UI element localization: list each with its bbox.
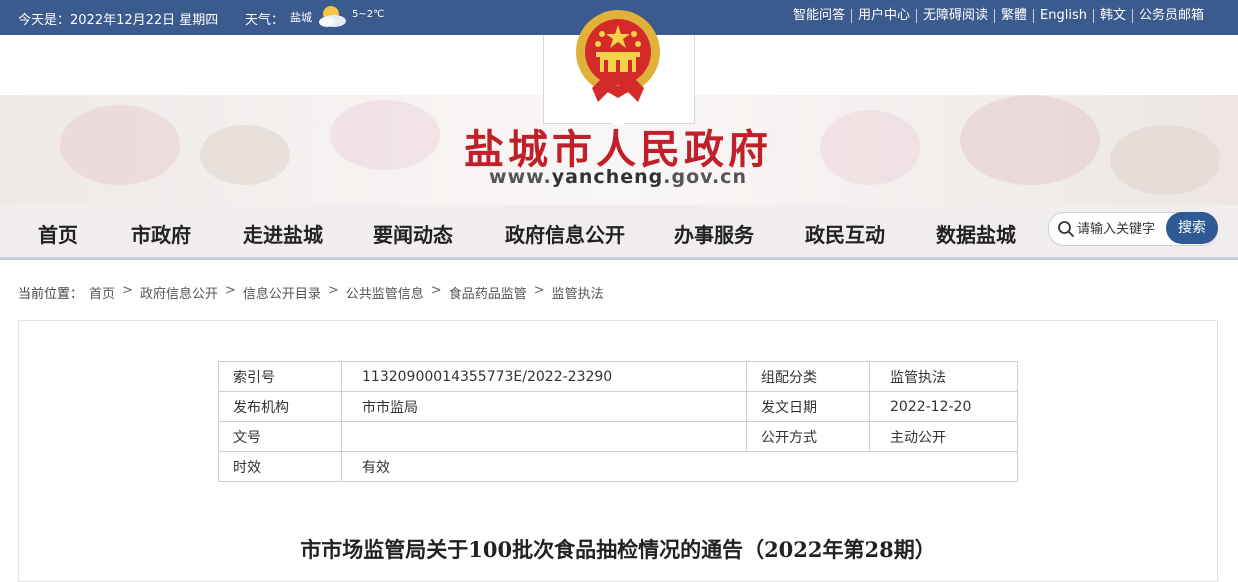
table-row: 时效 有效 [218,451,1018,482]
meta-key: 发布机构 [218,391,342,422]
site-url-prefix: www. [489,166,552,188]
breadcrumb-separator: > [224,283,236,298]
search-input[interactable] [1077,219,1165,239]
nav-services[interactable]: 办事服务 [674,219,754,248]
breadcrumb-item-food-drug[interactable]: 食品药品监管 [449,283,527,302]
blossom-decoration [1110,125,1220,195]
breadcrumb-separator: > [122,283,133,298]
breadcrumb-label: 当前位置： [18,287,84,302]
meta-key: 发文日期 [746,391,870,422]
weather-city: 盐城 [290,11,312,24]
meta-value: 监管执法 [869,361,1018,392]
top-link-english[interactable]: English [1033,9,1093,23]
search-icon [1058,221,1074,237]
search-button[interactable]: 搜索 [1166,212,1218,244]
meta-value: 2022-12-20 [869,391,1018,422]
breadcrumb-separator: > [533,283,545,298]
nav-home[interactable]: 首页 [38,219,78,248]
site-url: www.yancheng.gov.cn [448,166,788,188]
meta-value [341,421,747,452]
nav-news[interactable]: 要闻动态 [373,219,453,248]
site-url-suffix: .gov.cn [663,166,747,188]
meta-key: 公开方式 [746,421,870,452]
meta-key: 索引号 [218,361,342,392]
breadcrumb: 当前位置： 首页 > 政府信息公开 > 信息公开目录 > 公共监管信息 > 食品… [18,283,604,302]
meta-value: 11320900014355773E/2022-23290 [341,361,747,392]
meta-value: 市市监局 [341,391,747,422]
table-row: 文号 公开方式 主动公开 [218,421,1018,452]
nav-interaction[interactable]: 政民互动 [805,219,885,248]
breadcrumb-item-catalog[interactable]: 信息公开目录 [243,283,321,302]
blossom-decoration [200,125,290,185]
nav-data-yancheng[interactable]: 数据盐城 [936,219,1016,248]
top-link-accessibility[interactable]: 无障碍阅读 [915,9,994,23]
breadcrumb-item-enforcement[interactable]: 监管执法 [552,283,604,302]
top-link-smart-qa[interactable]: 智能问答 [787,9,851,23]
breadcrumb-separator: > [430,283,442,298]
table-row: 发布机构 市市监局 发文日期 2022-12-20 [218,391,1018,422]
top-link-korean[interactable]: 韩文 [1092,9,1132,23]
top-links: 智能问答 用户中心 无障碍阅读 繁體 English 韩文 公务员邮箱 [787,9,1210,23]
blossom-decoration [330,100,440,170]
blossom-decoration [960,95,1100,185]
article-title: 市市场监管局关于100批次食品抽检情况的通告（2022年第28期） [300,537,936,562]
weather-label: 天气： [245,13,285,28]
nav-city-government[interactable]: 市政府 [131,219,191,248]
top-link-user-center[interactable]: 用户中心 [850,9,916,23]
site-url-highlight: yancheng [551,166,664,188]
top-link-civil-servant-mail[interactable]: 公务员邮箱 [1131,9,1210,23]
meta-key: 组配分类 [746,361,870,392]
table-row: 索引号 11320900014355773E/2022-23290 组配分类 监… [218,361,1018,392]
breadcrumb-item-home[interactable]: 首页 [89,283,115,302]
partly-cloudy-icon [319,6,346,27]
blossom-decoration [60,105,180,185]
current-date: 今天是：2022年12月22日 星期四 [18,13,219,28]
national-emblem-icon [576,10,660,102]
meta-value: 主动公开 [869,421,1018,452]
meta-value: 有效 [341,451,1018,482]
breadcrumb-item-public-supervision[interactable]: 公共监管信息 [346,283,424,302]
meta-key: 时效 [218,451,342,482]
nav-gov-info-disclosure[interactable]: 政府信息公开 [505,219,625,248]
top-link-traditional[interactable]: 繁體 [994,9,1033,23]
nav-about-yancheng[interactable]: 走进盐城 [243,219,323,248]
weather-temperature: 5~2℃ [352,9,385,20]
document-meta-table: 索引号 11320900014355773E/2022-23290 组配分类 监… [218,361,1018,482]
breadcrumb-item-gov-info[interactable]: 政府信息公开 [140,283,218,302]
blossom-decoration [820,110,920,185]
meta-key: 文号 [218,421,342,452]
breadcrumb-separator: > [327,283,339,298]
